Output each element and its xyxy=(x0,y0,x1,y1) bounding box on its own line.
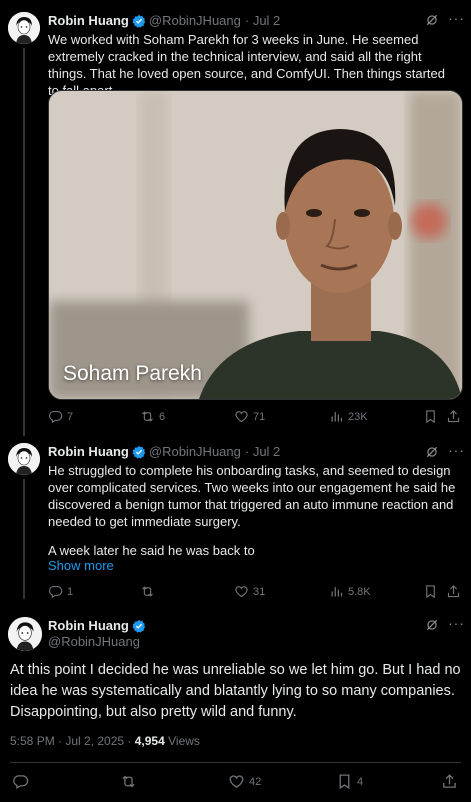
tweet-timestamp-row: 5:58 PM · Jul 2, 2025 · 4,954 Views xyxy=(10,734,200,748)
share-button[interactable] xyxy=(446,409,461,424)
thread-line xyxy=(23,479,25,599)
reply-button[interactable] xyxy=(12,773,33,790)
reply-count: 7 xyxy=(67,410,74,423)
views-button[interactable]: 23K xyxy=(329,409,368,424)
bookmark-count: 4 xyxy=(357,775,364,788)
author-name[interactable]: Robin Huang xyxy=(48,13,129,28)
like-count: 42 xyxy=(249,775,262,788)
avatar[interactable] xyxy=(8,617,42,651)
tweet-2-header: Robin Huang @RobinJHuang · Jul 2 xyxy=(48,444,280,459)
thread-line xyxy=(23,48,25,436)
avatar[interactable] xyxy=(8,443,40,475)
more-options-icon[interactable]: ··· xyxy=(448,10,465,26)
video-player[interactable]: Soham Parekh xyxy=(48,90,463,400)
like-button[interactable]: 42 xyxy=(228,773,261,790)
reply-button[interactable]: 7 xyxy=(48,409,73,424)
repost-button[interactable] xyxy=(120,773,141,790)
verified-badge-icon xyxy=(132,14,146,28)
more-options-icon[interactable]: ··· xyxy=(448,442,465,458)
verified-badge-icon xyxy=(132,445,146,459)
views-count: 5.8K xyxy=(348,585,371,598)
author-handle[interactable]: @RobinJHuang xyxy=(48,634,140,649)
bookmark-button[interactable] xyxy=(423,584,438,599)
views-label: Views xyxy=(168,734,200,748)
bookmark-button[interactable]: 4 xyxy=(336,773,363,790)
tweet-date[interactable]: · Jul 2 xyxy=(245,444,280,459)
avatar[interactable] xyxy=(8,12,40,44)
bookmark-button[interactable] xyxy=(423,409,438,424)
share-button[interactable] xyxy=(441,773,458,790)
views-button[interactable]: 5.8K xyxy=(329,584,371,599)
like-button[interactable]: 71 xyxy=(234,409,265,424)
like-count: 31 xyxy=(253,585,266,598)
reply-count: 1 xyxy=(67,585,74,598)
author-handle[interactable]: @RobinJHuang xyxy=(149,444,241,459)
repost-button[interactable]: 6 xyxy=(140,409,165,424)
like-button[interactable]: 31 xyxy=(234,584,265,599)
video-caption: Soham Parekh xyxy=(63,362,202,385)
grok-icon[interactable] xyxy=(425,13,439,32)
tweet-2-text: He struggled to complete his onboarding … xyxy=(48,463,456,529)
grok-icon[interactable] xyxy=(425,618,439,637)
tweet-timestamp[interactable]: 5:58 PM · Jul 2, 2025 · xyxy=(10,734,131,748)
author-handle[interactable]: @RobinJHuang xyxy=(149,13,241,28)
tweet-3-text: At this point I decided he was unreliabl… xyxy=(10,662,461,720)
divider xyxy=(10,762,461,763)
tweet-3-header: Robin Huang xyxy=(48,618,149,633)
tweet-2-text-continued: A week later he said he was back to xyxy=(48,543,255,558)
more-options-icon[interactable]: ··· xyxy=(448,615,465,631)
like-count: 71 xyxy=(253,410,266,423)
tweet-1-header: Robin Huang @RobinJHuang · Jul 2 xyxy=(48,13,280,28)
share-button[interactable] xyxy=(446,584,461,599)
reply-button[interactable]: 1 xyxy=(48,584,73,599)
tweet-1-text: We worked with Soham Parekh for 3 weeks … xyxy=(48,32,445,98)
views-total: 4,954 xyxy=(134,734,165,748)
repost-button[interactable] xyxy=(140,584,159,599)
show-more-link[interactable]: Show more xyxy=(48,558,114,573)
author-name[interactable]: Robin Huang xyxy=(48,444,129,459)
tweet-date[interactable]: · Jul 2 xyxy=(245,13,280,28)
verified-badge-icon xyxy=(132,619,146,633)
repost-count: 6 xyxy=(159,410,166,423)
author-name[interactable]: Robin Huang xyxy=(48,618,129,633)
views-count: 23K xyxy=(348,410,368,423)
